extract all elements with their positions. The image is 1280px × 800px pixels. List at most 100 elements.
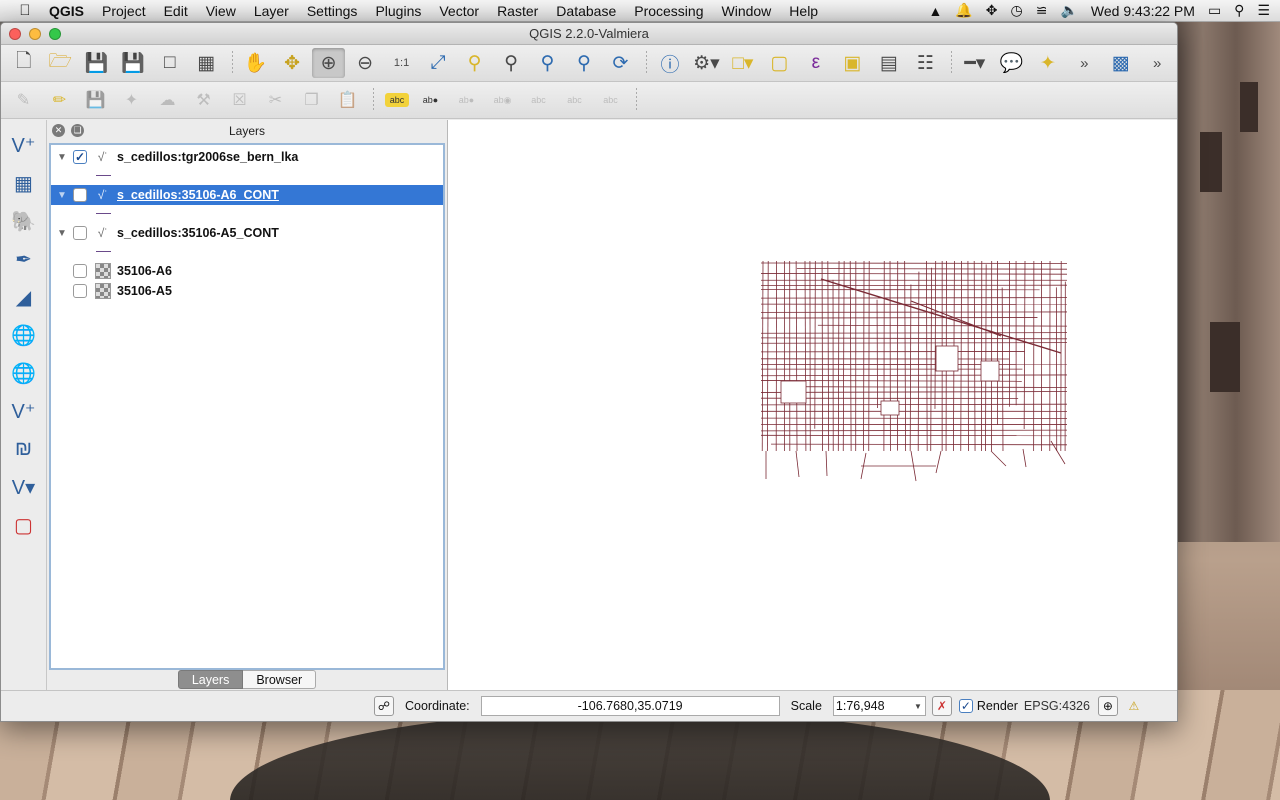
toggle-extents-coordinate-icon[interactable]: ☍ [374,696,394,716]
zoom-last-icon[interactable]: ⚲ [531,48,564,78]
menu-processing[interactable]: Processing [625,3,712,19]
attribute-table-icon[interactable]: ▤ [872,48,905,78]
layer-row-selected[interactable]: ▼ √˙ s_cedillos:35106-A6_CONT [51,185,443,205]
layer-visibility-checkbox[interactable] [73,226,87,240]
layer-visibility-checkbox[interactable] [73,284,87,298]
menu-database[interactable]: Database [547,3,625,19]
add-feature-icon[interactable]: ✦ [115,85,148,115]
window-close-button[interactable] [9,28,21,40]
refresh-icon[interactable]: ⟳ [604,48,637,78]
time-machine-icon[interactable]: ◷ [1011,2,1023,19]
composer-manager-button[interactable]: ▦ [189,48,222,78]
save-project-as-button[interactable]: 💾 [116,48,149,78]
add-delimited-text-layer-icon[interactable]: ₪ [7,432,41,466]
render-checkbox[interactable]: ✓ [958,699,973,713]
field-calculator-icon[interactable]: ε [799,48,832,78]
add-postgis-layer-icon[interactable]: 🐘 [7,204,41,238]
new-project-button[interactable]: 🗋 [7,48,40,78]
select-by-expression-icon[interactable]: ▣ [836,48,869,78]
delete-selected-icon[interactable]: ☒ [223,85,256,115]
zoom-in-icon[interactable]: ⊕ [311,48,346,78]
layer-row[interactable]: ▼ ✓ √˙ s_cedillos:tgr2006se_bern_lka [51,147,443,167]
move-feature-icon[interactable]: ☁ [151,85,184,115]
coordinate-field[interactable]: -106.7680,35.0719 [480,696,780,716]
apple-menu-icon[interactable]:  [10,2,40,19]
map-canvas[interactable] [447,120,1177,690]
zoom-to-layer-icon[interactable]: ⚲ [494,48,527,78]
identify-features-icon[interactable]: ⓘ [653,48,686,78]
highlight-pinned-labels-icon[interactable]: ab● [450,85,483,115]
rotate-label-icon[interactable]: abc [594,85,627,115]
show-hide-labels-icon[interactable]: abc [522,85,555,115]
add-wcs-layer-icon[interactable]: 🌐 [7,356,41,390]
menu-app-name[interactable]: QGIS [40,3,93,19]
pan-map-icon[interactable]: ✋ [239,48,272,78]
crs-globe-icon[interactable]: ⊕ [1097,696,1118,716]
add-wfs-layer-icon[interactable]: V⁺ [7,394,41,428]
layer-row[interactable]: 35106-A5 [51,281,443,301]
add-raster-layer-icon[interactable]: ▦ [7,166,41,200]
add-spatialite-layer-icon[interactable]: ✒ [7,242,41,276]
new-print-composer-button[interactable]: □ [153,48,186,78]
add-vector-layer-icon[interactable]: V⁺ [7,128,41,162]
window-titlebar[interactable]: QGIS 2.2.0-Valmiera [1,23,1177,45]
zoom-out-icon[interactable]: ⊖ [348,48,381,78]
scale-combobox[interactable]: 1:76,948 ▼ [832,696,926,716]
menu-plugins[interactable]: Plugins [366,3,430,19]
google-drive-icon[interactable]: ▲ [928,3,942,19]
move-arrows-icon[interactable]: ✥ [986,2,998,19]
layers-tree[interactable]: ▼ ✓ √˙ s_cedillos:tgr2006se_bern_lka ▼ √… [49,143,445,670]
tab-layers[interactable]: Layers [177,670,244,689]
wifi-icon[interactable]: ≌ [1036,2,1048,19]
add-wms-layer-icon[interactable]: 🌐 [7,318,41,352]
menu-raster[interactable]: Raster [488,3,547,19]
menubar-clock[interactable]: Wed 9:43:22 PM [1091,3,1195,19]
run-feature-action-icon[interactable]: ⚙▾ [690,48,723,78]
copy-features-icon[interactable]: ❐ [295,85,328,115]
expand-arrow-icon[interactable]: ▼ [51,152,73,163]
window-minimize-button[interactable] [29,28,41,40]
chevron-down-icon[interactable]: ▼ [911,702,925,711]
new-bookmark-icon[interactable]: ✦ [1031,48,1064,78]
stop-render-icon[interactable]: ✗ [931,696,952,716]
panel-float-icon[interactable]: ❏ [71,124,84,137]
select-features-icon[interactable]: □▾ [726,48,759,78]
menu-window[interactable]: Window [713,3,781,19]
help-context-icon[interactable]: ▩ [1104,48,1137,78]
volume-icon[interactable]: 🔈 [1060,2,1077,19]
save-layer-edits-icon[interactable]: 💾 [79,85,112,115]
open-project-button[interactable]: 🗁 [43,48,76,78]
toggle-editing-icon[interactable]: ✏ [43,85,76,115]
layer-visibility-checkbox[interactable] [73,264,87,278]
statistical-summary-icon[interactable]: ☷ [909,48,942,78]
spotlight-search-icon[interactable]: ⚲ [1234,2,1244,19]
node-tool-icon[interactable]: ⚒ [187,85,220,115]
current-edits-icon[interactable]: ✎ [7,85,40,115]
layer-visibility-checkbox[interactable] [73,188,87,202]
move-label-icon[interactable]: abc [558,85,591,115]
paste-features-icon[interactable]: 📋 [331,85,364,115]
menu-project[interactable]: Project [93,3,155,19]
layer-diagram-options-icon[interactable]: ab● [414,85,447,115]
measure-line-icon[interactable]: ━▾ [958,48,991,78]
notification-center-icon[interactable]: ☰ [1257,2,1270,19]
battery-icon[interactable]: ▭ [1208,2,1221,19]
zoom-native-resolution-icon[interactable]: 1:1 [385,48,418,78]
pin-unpin-labels-icon[interactable]: ab◉ [486,85,519,115]
expand-arrow-icon[interactable]: ▼ [51,190,73,201]
toolbar-overflow-chevron-icon[interactable]: » [1068,48,1101,78]
toolbar-overflow-chevron-icon-2[interactable]: » [1140,48,1173,78]
layer-row[interactable]: ▼ √˙ s_cedillos:35106-A5_CONT [51,223,443,243]
zoom-to-selection-icon[interactable]: ⚲ [458,48,491,78]
menu-layer[interactable]: Layer [245,3,298,19]
messages-warning-icon[interactable]: ⚠ [1124,696,1144,716]
panel-close-icon[interactable]: ✕ [52,124,65,137]
menu-vector[interactable]: Vector [430,3,488,19]
notification-bell-icon[interactable]: 🔔 [955,2,972,19]
new-shapefile-layer-icon[interactable]: V▾ [7,470,41,504]
zoom-next-icon[interactable]: ⚲ [567,48,600,78]
menu-edit[interactable]: Edit [155,3,197,19]
remove-layer-icon[interactable]: ▢ [7,508,41,542]
layer-row[interactable]: 35106-A6 [51,261,443,281]
menu-view[interactable]: View [197,3,245,19]
